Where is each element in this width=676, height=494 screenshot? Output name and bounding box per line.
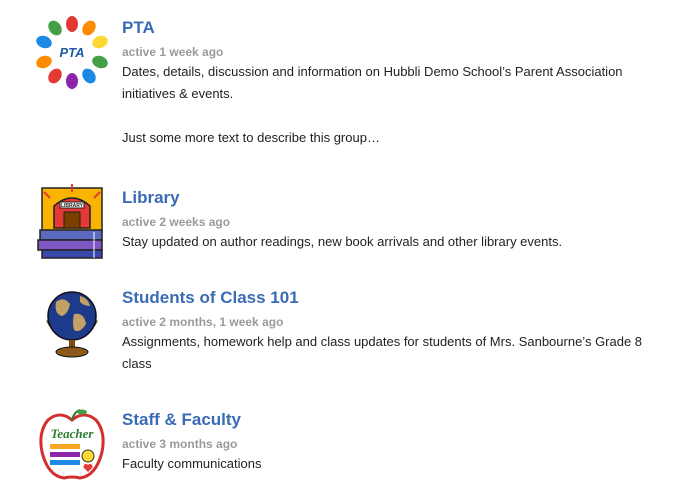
group-description-text: Faculty communications: [122, 456, 262, 471]
group-description: Faculty communications: [122, 453, 652, 475]
group-activity: active 3 months ago: [122, 437, 238, 451]
svg-text:Teacher: Teacher: [51, 426, 95, 441]
group-description-text: Assignments, homework help and class upd…: [122, 334, 643, 371]
svg-text:LIBRARY: LIBRARY: [61, 203, 84, 209]
globe-icon[interactable]: [34, 284, 110, 360]
group-title-pta[interactable]: PTA: [122, 18, 155, 38]
group-description: Dates, details, discussion and informati…: [122, 61, 652, 149]
library-books-icon[interactable]: LIBRARY: [34, 184, 110, 260]
group-description: Assignments, homework help and class upd…: [122, 331, 652, 375]
group-activity: active 2 months, 1 week ago: [122, 315, 284, 329]
group-description: Stay updated on author readings, new boo…: [122, 231, 652, 253]
pta-hands-logo-icon[interactable]: PTA: [34, 14, 110, 90]
group-activity: active 2 weeks ago: [122, 215, 231, 229]
svg-text:PTA: PTA: [59, 45, 84, 60]
group-title-library[interactable]: Library: [122, 188, 180, 208]
group-description-text: Dates, details, discussion and informati…: [122, 64, 623, 101]
group-description-text: Stay updated on author readings, new boo…: [122, 234, 563, 249]
group-title-students-class-101[interactable]: Students of Class 101: [122, 288, 299, 308]
group-activity: active 1 week ago: [122, 45, 224, 59]
group-description-extra: Just some more text to describe this gro…: [122, 130, 380, 145]
teacher-apple-icon[interactable]: Teacher: [34, 406, 110, 482]
group-title-staff-faculty[interactable]: Staff & Faculty: [122, 410, 241, 430]
